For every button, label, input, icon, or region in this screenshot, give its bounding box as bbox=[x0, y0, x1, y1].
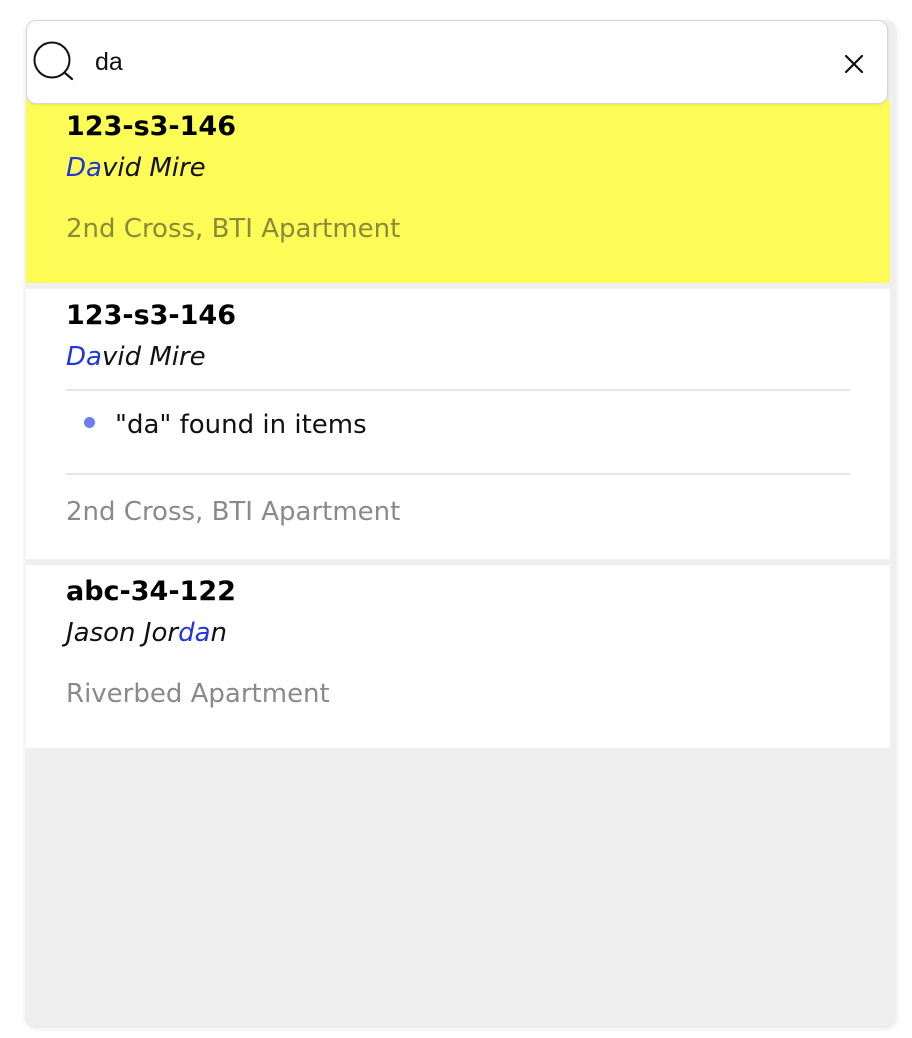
search-icon bbox=[32, 40, 78, 84]
name-rest: vid Mire bbox=[101, 153, 206, 183]
name-before: Jason Jor bbox=[66, 618, 179, 648]
name-match-highlight: da bbox=[178, 618, 211, 648]
close-icon[interactable] bbox=[839, 49, 869, 79]
name-match-highlight: Da bbox=[66, 153, 102, 183]
search-panel: 123-s3-146 David Mire 2nd Cross, BTI Apa… bbox=[26, 20, 896, 1026]
result-id: 123-s3-146 bbox=[66, 300, 236, 331]
search-input[interactable] bbox=[95, 41, 815, 83]
search-results-list: 123-s3-146 David Mire 2nd Cross, BTI Apa… bbox=[26, 100, 890, 748]
result-item-highlighted[interactable]: 123-s3-146 David Mire 2nd Cross, BTI Apa… bbox=[26, 100, 890, 283]
match-note: "da" found in items bbox=[84, 410, 367, 440]
result-item[interactable]: 123-s3-146 David Mire "da" found in item… bbox=[26, 289, 890, 559]
bullet-icon bbox=[84, 417, 95, 428]
divider bbox=[66, 389, 850, 391]
result-address: 2nd Cross, BTI Apartment bbox=[66, 497, 401, 527]
result-address: 2nd Cross, BTI Apartment bbox=[66, 214, 401, 244]
name-after: n bbox=[210, 618, 227, 648]
match-note-text: "da" found in items bbox=[115, 410, 367, 440]
name-rest: vid Mire bbox=[101, 342, 206, 372]
result-id: 123-s3-146 bbox=[66, 111, 236, 142]
name-match-highlight: Da bbox=[66, 342, 102, 372]
divider bbox=[66, 473, 850, 475]
result-item[interactable]: abc-34-122 Jason Jordan Riverbed Apartme… bbox=[26, 565, 890, 748]
result-customer-name: David Mire bbox=[66, 342, 206, 372]
result-address: Riverbed Apartment bbox=[66, 679, 330, 709]
result-customer-name: David Mire bbox=[66, 153, 206, 183]
result-id: abc-34-122 bbox=[66, 576, 236, 607]
result-customer-name: Jason Jordan bbox=[66, 618, 227, 648]
search-bar bbox=[26, 20, 888, 104]
